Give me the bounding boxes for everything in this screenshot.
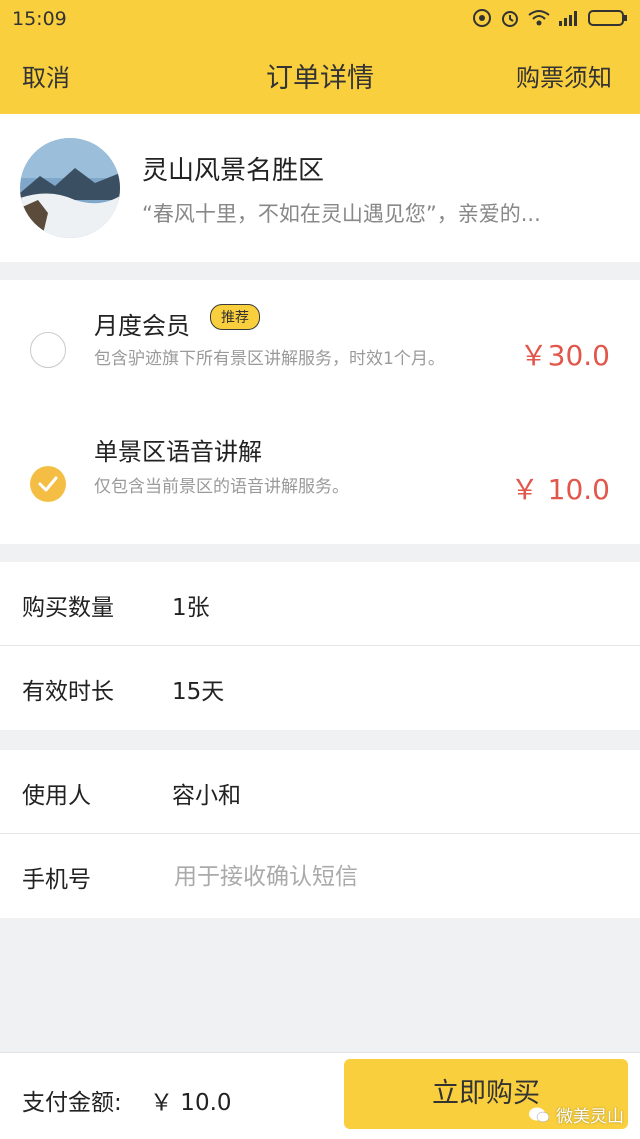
checkout-bar: 支付金额: ￥ 10.0 立即购买 微美灵山 bbox=[0, 1052, 640, 1139]
plan-list: 月度会员 推荐 包含驴迹旗下所有景区讲解服务，时效1个月。 ￥30.0 单景区语… bbox=[0, 280, 640, 544]
wechat-icon bbox=[529, 1107, 550, 1122]
watermark: 微美灵山 bbox=[528, 1102, 624, 1127]
scenic-card: 灵山风景名胜区 “春风十里，不如在灵山遇见您”，亲爱的... bbox=[0, 114, 640, 262]
quantity-row[interactable]: 购买数量 1张 bbox=[0, 562, 640, 646]
duration-value: 15天 bbox=[172, 679, 225, 705]
recommend-badge: 推荐 bbox=[210, 304, 260, 330]
status-bar: 15:09 bbox=[0, 0, 640, 36]
scenic-description: “春风十里，不如在灵山遇见您”，亲爱的... bbox=[142, 202, 541, 226]
plan-description: 仅包含当前景区的语音讲解服务。 bbox=[94, 477, 349, 497]
duration-label: 有效时长 bbox=[22, 679, 114, 705]
signal-icon bbox=[559, 11, 577, 26]
pay-amount: ￥ 10.0 bbox=[150, 1090, 232, 1116]
quantity-label: 购买数量 bbox=[22, 595, 114, 621]
plan-price: ￥ 10.0 bbox=[510, 473, 610, 506]
order-info-section: 购买数量 1张 有效时长 15天 bbox=[0, 562, 640, 730]
plan-description: 包含驴迹旗下所有景区讲解服务，时效1个月。 bbox=[94, 349, 445, 369]
scenic-avatar bbox=[20, 138, 120, 238]
user-info-section: 使用人 容小和 手机号 bbox=[0, 750, 640, 918]
landscape-image bbox=[20, 138, 120, 238]
phone-row: 手机号 bbox=[0, 834, 640, 918]
plan-monthly-member[interactable]: 月度会员 推荐 包含驴迹旗下所有景区讲解服务，时效1个月。 ￥30.0 bbox=[0, 280, 640, 412]
status-time: 15:09 bbox=[12, 8, 67, 30]
battery-icon bbox=[588, 10, 627, 26]
status-icons bbox=[472, 6, 628, 30]
plan-title: 单景区语音讲解 bbox=[94, 438, 262, 466]
pay-label: 支付金额: bbox=[22, 1090, 122, 1116]
radio-checked[interactable] bbox=[30, 466, 66, 502]
alarm-icon bbox=[502, 11, 518, 27]
quantity-value[interactable]: 1张 bbox=[172, 588, 210, 622]
plan-title: 月度会员 bbox=[94, 312, 190, 340]
header-bar: 15:09 取消 订单详情 购票须知 bbox=[0, 0, 640, 114]
phone-label: 手机号 bbox=[22, 867, 91, 893]
hotspot-icon bbox=[473, 9, 491, 27]
nav-bar: 取消 订单详情 购票须知 bbox=[0, 44, 640, 104]
watermark-text: 微美灵山 bbox=[556, 1107, 624, 1127]
plan-single-audio-guide[interactable]: 单景区语音讲解 仅包含当前景区的语音讲解服务。 ￥ 10.0 bbox=[0, 412, 640, 544]
user-row: 使用人 容小和 bbox=[0, 750, 640, 834]
radio-unchecked[interactable] bbox=[30, 332, 66, 368]
check-icon bbox=[38, 476, 58, 492]
user-label: 使用人 bbox=[22, 783, 91, 809]
duration-row: 有效时长 15天 bbox=[0, 646, 640, 730]
ticket-notice-link[interactable]: 购票须知 bbox=[516, 58, 612, 93]
user-name-value[interactable]: 容小和 bbox=[172, 776, 241, 810]
phone-input[interactable] bbox=[172, 852, 616, 902]
wifi-icon bbox=[528, 10, 550, 26]
plan-price: ￥30.0 bbox=[519, 339, 610, 372]
scenic-name: 灵山风景名胜区 bbox=[142, 156, 325, 186]
